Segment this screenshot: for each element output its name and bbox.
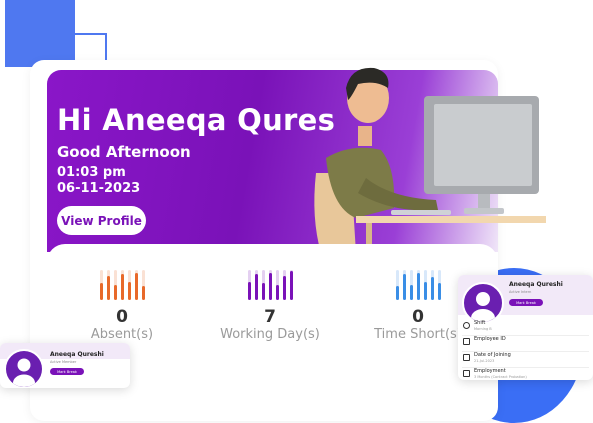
chart-bar-fill bbox=[437, 283, 441, 300]
absent-label: Absent(s) bbox=[90, 327, 154, 342]
mark-break-button[interactable]: Mark Break bbox=[509, 299, 543, 306]
absent-count: 0 bbox=[116, 307, 128, 327]
current-time: 01:03 pm bbox=[57, 165, 126, 180]
chart-bar bbox=[275, 270, 279, 300]
stat-absent: 0 Absent(s) bbox=[47, 270, 197, 342]
stat-working-days: 7 Working Day(s) bbox=[195, 270, 345, 342]
chart-bar bbox=[282, 270, 286, 300]
profile-name: Aneeqa Qureshi bbox=[509, 281, 563, 288]
greeting-title: Hi Aneeqa Qures bbox=[57, 103, 336, 137]
person-at-computer-illustration bbox=[314, 67, 546, 253]
chart-bar bbox=[141, 270, 145, 300]
chart-bar bbox=[254, 270, 258, 300]
chart-bar-fill bbox=[141, 286, 145, 300]
monitor-screen bbox=[434, 104, 532, 186]
clock-icon bbox=[463, 322, 470, 329]
profile-row-title: Date of Joining bbox=[474, 352, 511, 358]
chart-bar bbox=[402, 270, 406, 300]
view-profile-button[interactable]: View Profile bbox=[57, 206, 146, 235]
chart-bar-fill bbox=[134, 273, 138, 300]
profile-row-shift: Shift Morning B bbox=[462, 319, 589, 336]
monitor-base bbox=[464, 208, 504, 214]
chart-bar-fill bbox=[254, 274, 258, 300]
working-days-bar-chart bbox=[195, 270, 345, 300]
chart-bar bbox=[106, 270, 110, 300]
chart-bar-fill bbox=[106, 276, 110, 300]
profile-row-employee-id: Employee ID bbox=[462, 335, 589, 352]
chart-bar bbox=[430, 270, 434, 300]
calendar-icon bbox=[463, 354, 470, 361]
id-card-icon bbox=[463, 338, 470, 345]
chart-bar bbox=[113, 270, 117, 300]
chart-bar-fill bbox=[423, 282, 427, 300]
chart-bar bbox=[409, 270, 413, 300]
mark-break-button[interactable]: Mark Break bbox=[50, 368, 84, 375]
keyboard bbox=[391, 210, 451, 215]
avatar bbox=[4, 349, 44, 388]
profile-row-title: Shift bbox=[474, 320, 486, 326]
chart-bar-fill bbox=[289, 271, 293, 300]
working-days-label: Working Day(s) bbox=[220, 327, 320, 342]
chart-bar bbox=[437, 270, 441, 300]
profile-row-employment: Employment 3 Months (Contract Probation) bbox=[462, 367, 589, 380]
chart-bar bbox=[416, 270, 420, 300]
profile-row-title: Employee ID bbox=[474, 336, 506, 342]
profile-row-value: Morning B bbox=[474, 327, 492, 331]
profile-status: Active Member bbox=[50, 360, 77, 364]
profile-row-value: 21-Jul-2023 bbox=[474, 359, 495, 363]
chart-bar-fill bbox=[268, 273, 272, 300]
chart-bar-fill bbox=[127, 282, 131, 300]
chart-bar-fill bbox=[261, 283, 265, 300]
profile-card-left: Aneeqa Qureshi Active Member Mark Break bbox=[0, 343, 130, 388]
chart-bar-fill bbox=[99, 283, 103, 300]
attendance-stats-panel: 0 Absent(s) 7 Working Day(s) 0 Time Shor… bbox=[47, 244, 498, 354]
chart-bar-fill bbox=[402, 274, 406, 300]
chart-bar bbox=[247, 270, 251, 300]
briefcase-icon bbox=[463, 370, 470, 377]
profile-row-title: Employment bbox=[474, 368, 506, 374]
chart-bar-fill bbox=[416, 273, 420, 300]
chart-bar bbox=[395, 270, 399, 300]
profile-card-right: Aneeqa Qureshi Active Intern Mark Break … bbox=[458, 275, 593, 380]
person-neck bbox=[358, 126, 372, 146]
chart-bar bbox=[120, 270, 124, 300]
chart-bar bbox=[261, 270, 265, 300]
chart-bar bbox=[99, 270, 103, 300]
chart-bar-fill bbox=[282, 276, 286, 300]
current-date: 06-11-2023 bbox=[57, 181, 141, 196]
greeting-subtitle: Good Afternoon bbox=[57, 143, 191, 161]
monitor-stand bbox=[478, 194, 490, 210]
chart-bar-fill bbox=[430, 277, 434, 300]
chart-bar bbox=[268, 270, 272, 300]
chart-bar-fill bbox=[247, 282, 251, 300]
chart-bar bbox=[289, 270, 293, 300]
desk-top bbox=[356, 216, 546, 223]
chart-bar-fill bbox=[120, 274, 124, 300]
avatar bbox=[462, 282, 504, 324]
chart-bar-fill bbox=[275, 285, 279, 300]
chart-bar-fill bbox=[409, 285, 413, 300]
profile-status: Active Intern bbox=[509, 290, 532, 294]
working-days-count: 7 bbox=[264, 307, 276, 327]
absent-bar-chart bbox=[47, 270, 197, 300]
profile-row-joining-date: Date of Joining 21-Jul-2023 bbox=[462, 351, 589, 368]
chart-bar-fill bbox=[395, 286, 399, 300]
profile-name: Aneeqa Qureshi bbox=[50, 351, 104, 358]
profile-row-value: 3 Months (Contract Probation) bbox=[474, 375, 527, 379]
chart-bar bbox=[423, 270, 427, 300]
chart-bar bbox=[134, 270, 138, 300]
chart-bar bbox=[127, 270, 131, 300]
chart-bar-fill bbox=[113, 285, 117, 300]
